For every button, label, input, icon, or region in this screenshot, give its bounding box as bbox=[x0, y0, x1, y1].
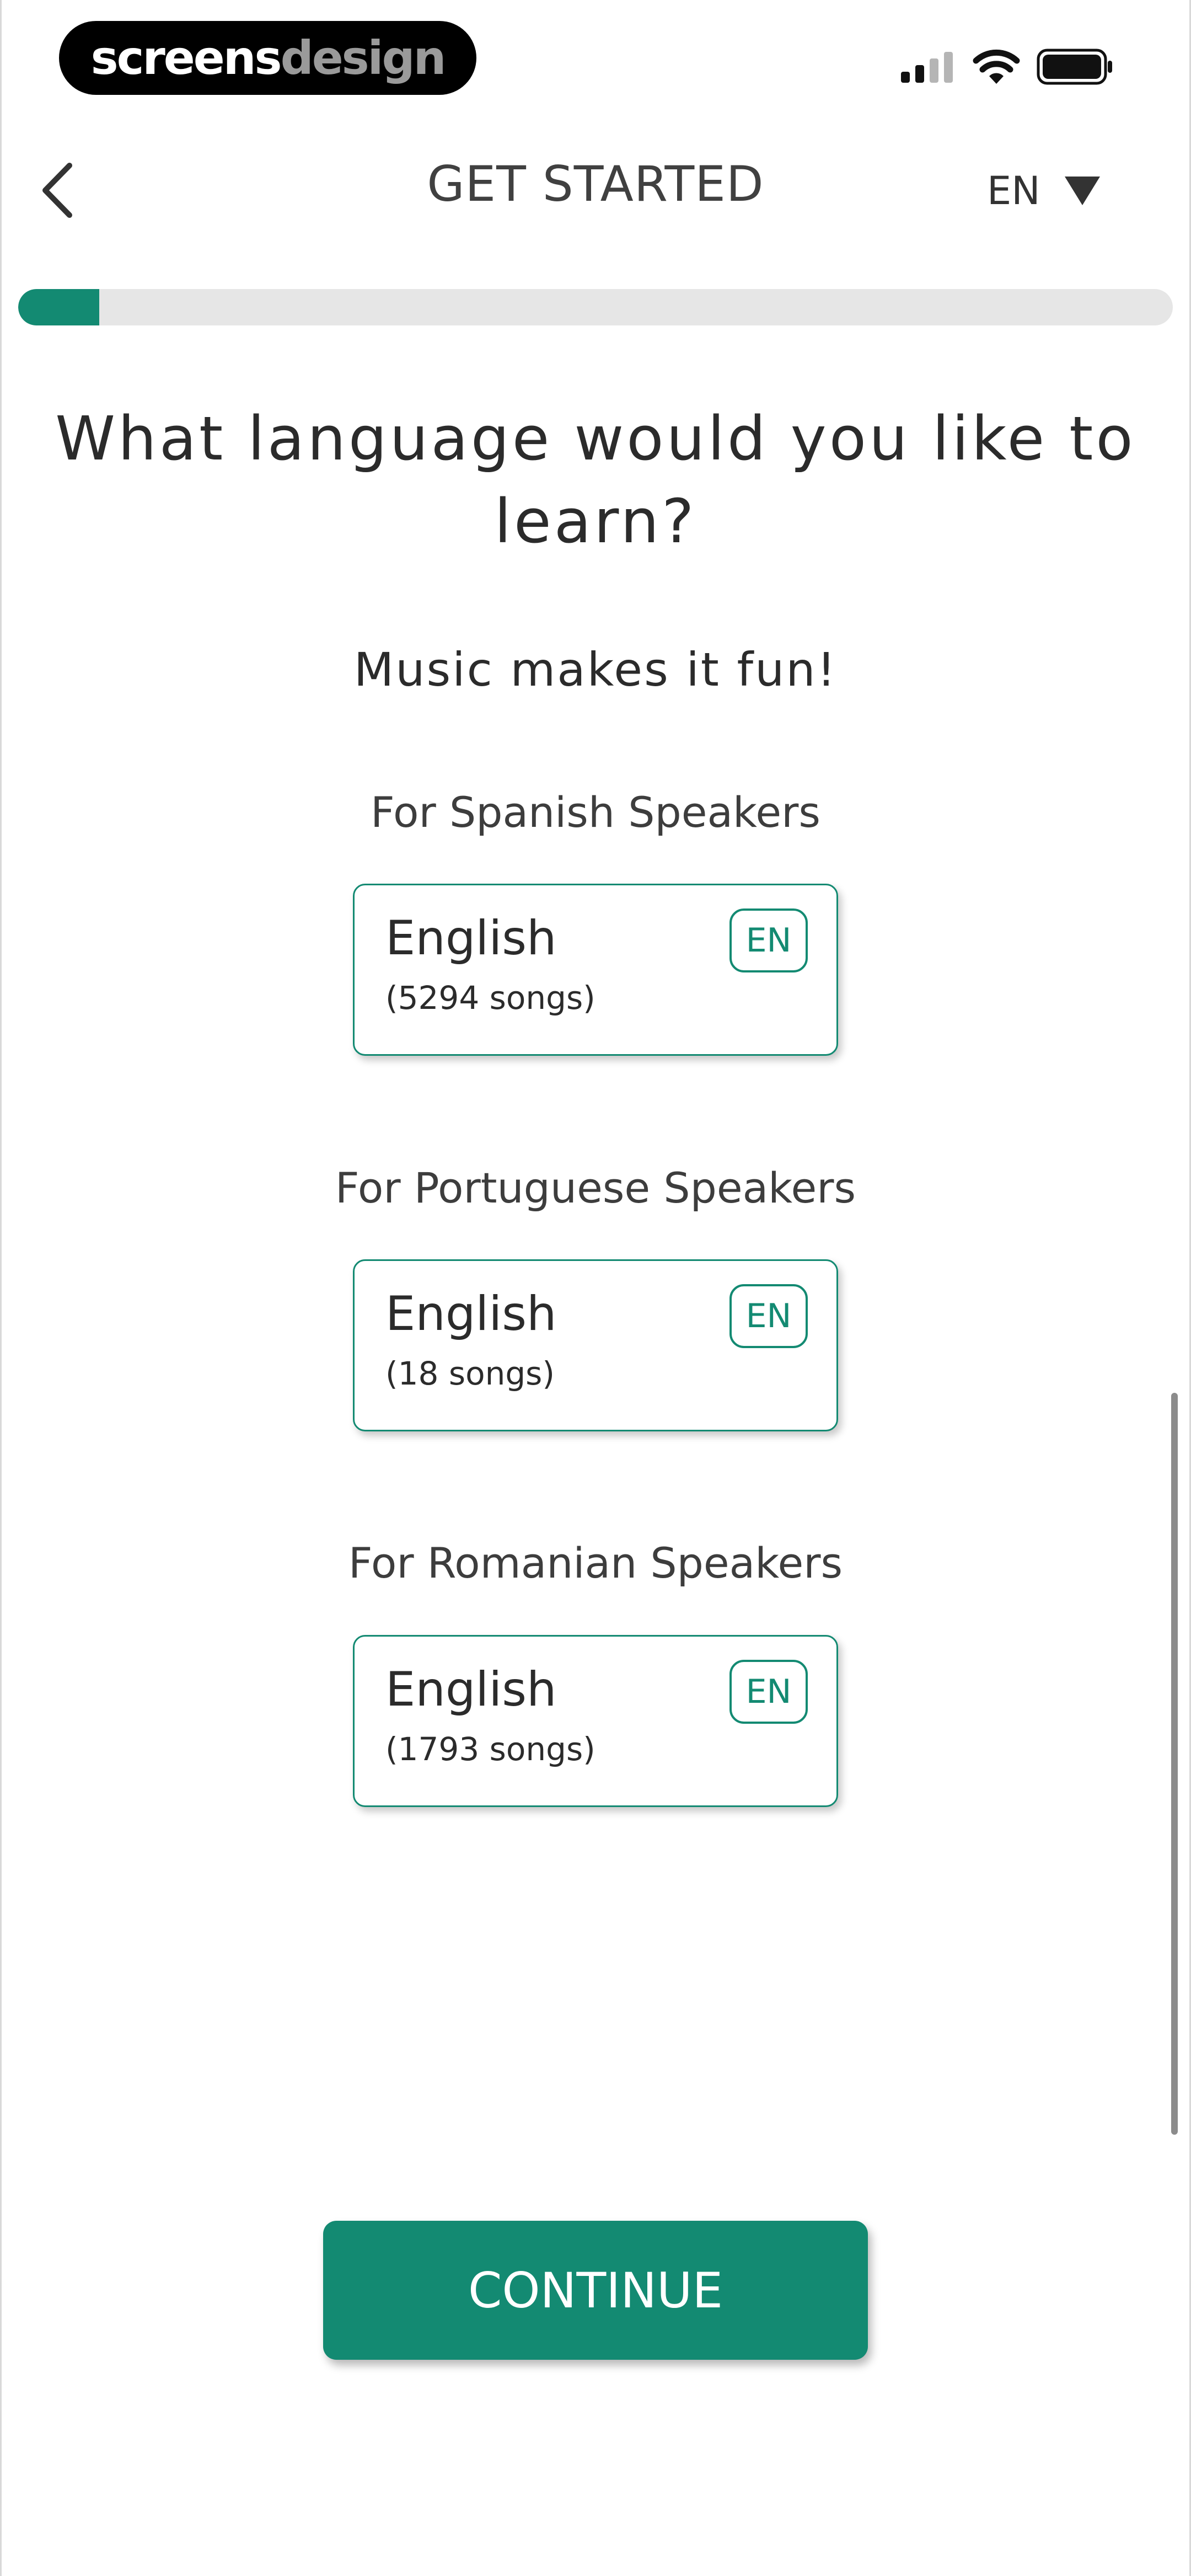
language-option-card[interactable]: English (5294 songs) EN bbox=[353, 884, 838, 1056]
section-label-portuguese-speakers: For Portuguese Speakers bbox=[335, 1163, 856, 1212]
song-count: (5294 songs) bbox=[385, 979, 596, 1017]
brand-text-secondary: design bbox=[280, 31, 447, 85]
section-label-spanish-speakers: For Spanish Speakers bbox=[371, 788, 820, 837]
cellular-signal-icon bbox=[901, 52, 953, 83]
interface-language-code: EN bbox=[987, 168, 1040, 213]
language-code-badge: EN bbox=[729, 1284, 808, 1348]
brand-text-primary: screens bbox=[90, 31, 282, 85]
language-name: English bbox=[385, 1286, 557, 1342]
song-count: (18 songs) bbox=[385, 1355, 555, 1392]
question-subtitle: Music makes it fun! bbox=[353, 643, 838, 697]
language-option-card[interactable]: English (18 songs) EN bbox=[353, 1259, 838, 1431]
section-label-romanian-speakers: For Romanian Speakers bbox=[348, 1538, 843, 1588]
language-name: English bbox=[385, 1662, 557, 1717]
triangle-down-icon bbox=[1064, 177, 1100, 205]
screensdesign-logo: screens design bbox=[59, 21, 476, 95]
language-code-badge: EN bbox=[729, 908, 808, 972]
scrollbar[interactable] bbox=[1171, 1393, 1178, 2135]
language-code-badge: EN bbox=[729, 1660, 808, 1724]
interface-language-dropdown[interactable]: EN bbox=[987, 163, 1100, 218]
song-count: (1793 songs) bbox=[385, 1730, 596, 1768]
continue-button[interactable]: CONTINUE bbox=[323, 2221, 868, 2360]
battery-icon bbox=[1037, 49, 1112, 85]
wifi-icon bbox=[973, 49, 1020, 84]
language-option-card[interactable]: English (1793 songs) EN bbox=[353, 1635, 838, 1807]
progress-fill bbox=[18, 289, 99, 325]
question-heading: What language would you like to learn? bbox=[55, 403, 1136, 557]
onboarding-progress-bar bbox=[18, 289, 1173, 325]
language-name: English bbox=[385, 911, 557, 966]
